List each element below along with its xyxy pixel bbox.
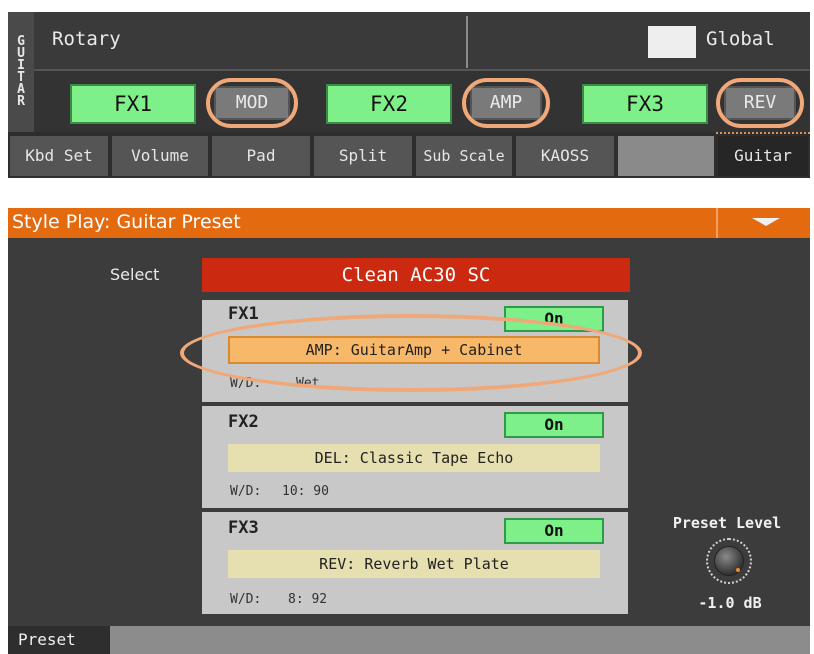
tab-empty (618, 136, 714, 176)
style-name[interactable]: Rotary (52, 28, 121, 50)
fx2-button[interactable]: FX2 (326, 84, 452, 124)
fx2-wd-value[interactable]: 10: 90 (282, 484, 329, 499)
highlight-ring (716, 78, 804, 128)
fx3-name: FX3 (228, 518, 259, 538)
fx2-wd-label: W/D: (230, 484, 262, 499)
fx1-name: FX1 (228, 304, 259, 324)
global-label: Global (706, 28, 775, 50)
footer-tab-bar (8, 626, 810, 654)
tab-pad[interactable]: Pad (212, 136, 310, 176)
tab-kaoss[interactable]: KAOSS (516, 136, 614, 176)
preset-select[interactable]: Clean AC30 SC (202, 258, 630, 292)
knob-indicator (736, 568, 740, 572)
fx2-name: FX2 (228, 412, 259, 432)
tab-volume[interactable]: Volume (112, 136, 208, 176)
page-title: Style Play: Guitar Preset (12, 211, 241, 233)
guitar-vertical-label: G U I T A R (8, 12, 34, 132)
global-checkbox[interactable] (648, 26, 696, 58)
tab-preset[interactable]: Preset (8, 626, 110, 654)
highlight-ring (206, 78, 298, 128)
tab-sub-scale[interactable]: Sub Scale (416, 136, 512, 176)
fx3-on-button[interactable]: On (504, 518, 604, 544)
fx2-type-field[interactable]: DEL: Classic Tape Echo (228, 444, 600, 472)
fx2-on-button[interactable]: On (504, 412, 604, 438)
fx3-button[interactable]: FX3 (582, 84, 708, 124)
title-separator (716, 208, 718, 238)
tab-kbd-set[interactable]: Kbd Set (10, 136, 108, 176)
fx3-type-field[interactable]: REV: Reverb Wet Plate (228, 550, 600, 578)
select-label: Select (110, 265, 160, 284)
active-tab-indicator (716, 132, 810, 134)
fx1-button[interactable]: FX1 (70, 84, 196, 124)
fx3-wd-value[interactable]: 8: 92 (288, 592, 327, 607)
preset-level-value: -1.0 dB (698, 594, 762, 612)
highlight-oval (180, 314, 642, 392)
fx3-wd-label: W/D: (230, 592, 262, 607)
tab-guitar[interactable]: Guitar (718, 136, 808, 176)
tab-split[interactable]: Split (314, 136, 412, 176)
preset-level-label: Preset Level (672, 514, 782, 532)
highlight-ring (462, 78, 550, 128)
guitar-letter: R (17, 94, 25, 109)
page-menu-arrow-icon[interactable] (752, 218, 780, 226)
row-divider (466, 16, 468, 68)
preset-level-knob[interactable] (714, 546, 744, 576)
